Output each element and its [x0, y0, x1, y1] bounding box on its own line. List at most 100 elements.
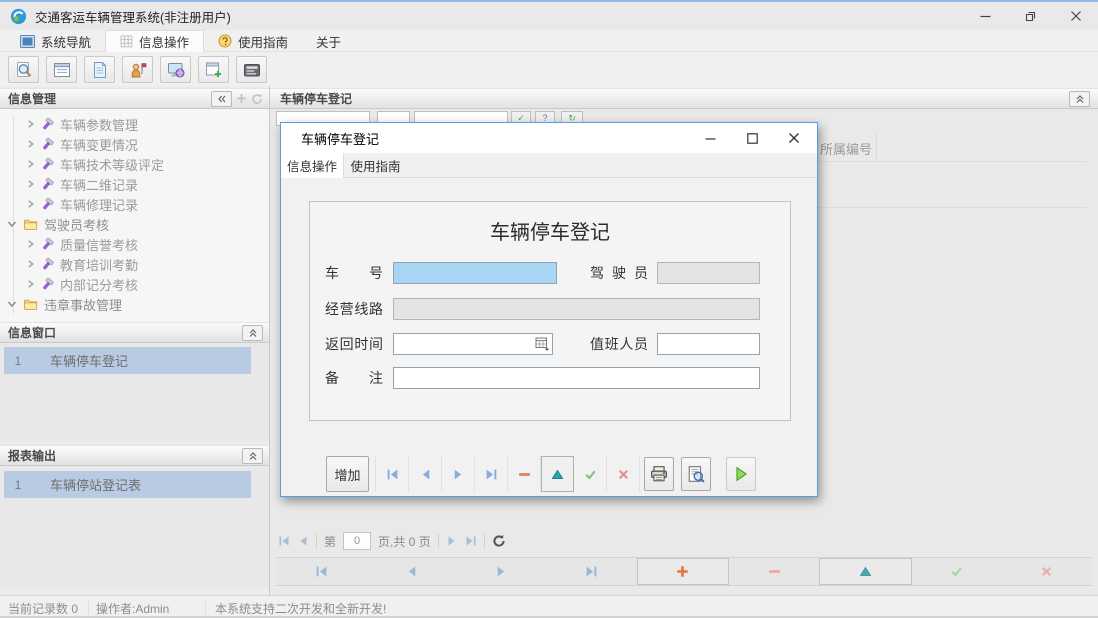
next-record-button[interactable] [442, 456, 475, 492]
previous-record-button[interactable] [366, 558, 456, 585]
remark-label: 备注 [325, 370, 383, 386]
route-input [393, 298, 760, 320]
list-item-parking-report[interactable]: 1 车辆停站登记表 [4, 471, 251, 498]
cancel-record-button[interactable] [607, 456, 640, 492]
cancel-record-button[interactable] [1002, 558, 1092, 585]
tree-item-vehicle-changes[interactable]: 车辆变更情况 [0, 134, 269, 154]
search-icon [16, 61, 31, 77]
tree-item-2d-records[interactable]: 车辆二维记录 [0, 174, 269, 194]
collapse-record-icon [551, 469, 564, 479]
dialog-tab-info-ops[interactable]: 信息操作 [281, 153, 344, 178]
form-view-button[interactable] [46, 56, 77, 83]
run-button[interactable] [726, 457, 756, 491]
tree-item-internal-scoring[interactable]: 内部记分考核 [0, 274, 269, 294]
list-item-parking-register[interactable]: 1 车辆停车登记 [4, 347, 251, 374]
confirm-record-button[interactable] [574, 456, 607, 492]
print-preview-icon [688, 466, 705, 483]
menu-item-info-ops[interactable]: 信息操作 [105, 30, 205, 52]
delete-record-button[interactable] [729, 558, 819, 585]
chevron-right-icon [28, 280, 34, 288]
print-preview-button[interactable] [681, 457, 711, 491]
first-page-icon[interactable] [278, 535, 290, 547]
new-window-button[interactable] [198, 56, 229, 83]
add-button[interactable]: 增加 [326, 456, 369, 492]
status-operator: 操作者:Admin [96, 602, 170, 616]
duty-input[interactable] [657, 333, 760, 355]
folder-icon [24, 299, 38, 310]
tree-folder-driver-assessment[interactable]: 驾驶员考核 [0, 214, 269, 234]
duty-label: 值班人员 [590, 336, 648, 352]
collapse-left-icon [217, 95, 225, 102]
last-page-icon[interactable] [465, 535, 477, 547]
collapse-up-button[interactable] [242, 447, 263, 464]
app-logo-icon [10, 8, 27, 24]
previous-record-icon [408, 566, 416, 577]
dialog-titlebar[interactable]: 车辆停车登记 [281, 123, 817, 153]
collapse-up-button[interactable] [1069, 90, 1090, 107]
refresh-icon[interactable] [492, 534, 506, 548]
console-button[interactable] [236, 56, 267, 83]
last-record-button[interactable] [547, 558, 637, 585]
next-page-icon[interactable] [446, 535, 458, 547]
plus-icon[interactable] [236, 93, 247, 104]
delete-record-button[interactable] [508, 456, 541, 492]
previous-page-icon[interactable] [297, 535, 309, 547]
dialog-minimize-button[interactable] [695, 123, 725, 153]
dialog-nav-group [375, 456, 640, 492]
dialog-maximize-button[interactable] [737, 123, 767, 153]
route-label: 经营线路 [325, 301, 383, 317]
menu-item-system-nav[interactable]: 系统导航 [6, 30, 105, 52]
tree-item-repair-records[interactable]: 车辆修理记录 [0, 194, 269, 214]
status-record-count: 当前记录数 0 [8, 602, 79, 616]
restore-button[interactable] [1008, 2, 1053, 30]
chevron-down-icon [7, 301, 17, 308]
tool-icon [43, 197, 54, 209]
first-record-icon [387, 469, 397, 479]
collapse-record-button[interactable] [819, 558, 912, 585]
tree-item-quality-credit[interactable]: 质量信誉考核 [0, 234, 269, 254]
dialog-tab-guide[interactable]: 使用指南 [344, 153, 407, 178]
remark-input[interactable] [393, 367, 760, 389]
separator [483, 534, 485, 548]
collapse-up-button[interactable] [242, 324, 263, 341]
pagination-bar: 第 页,共 0 页 [278, 530, 506, 552]
collapse-left-button[interactable] [211, 90, 232, 107]
first-record-button[interactable] [376, 456, 409, 492]
print-button[interactable] [644, 457, 674, 491]
search-button[interactable] [8, 56, 39, 83]
refresh-icon[interactable] [251, 93, 263, 105]
date-picker-button[interactable] [534, 336, 551, 352]
previous-record-button[interactable] [409, 456, 442, 492]
confirm-record-button[interactable] [912, 558, 1002, 585]
tree-folder-violation-accidents[interactable]: 违章事故管理 [0, 294, 269, 314]
menu-item-guide[interactable]: 使用指南 [204, 30, 302, 52]
tree-item-vehicle-params[interactable]: 车辆参数管理 [0, 114, 269, 134]
previous-record-icon [422, 469, 429, 479]
dialog-tab-bar: 信息操作 使用指南 [281, 153, 817, 178]
dialog-close-button[interactable] [779, 123, 809, 153]
next-record-button[interactable] [456, 558, 546, 585]
operator-icon [131, 62, 146, 77]
tree-item-tech-grade[interactable]: 车辆技术等级评定 [0, 154, 269, 174]
folder-icon [24, 219, 38, 230]
display-button[interactable] [160, 56, 191, 83]
first-record-button[interactable] [276, 558, 366, 585]
separator [316, 534, 317, 548]
plate-input[interactable] [393, 262, 557, 284]
close-button[interactable] [1053, 2, 1098, 30]
collapse-record-button[interactable] [541, 456, 574, 492]
parking-register-dialog: 车辆停车登记 信息操作 使用指南 车辆停车登记 车号 驾驶员 经营线路 返回时间… [280, 122, 818, 497]
page-number-input[interactable] [343, 532, 372, 550]
collapse-up-icon [249, 328, 256, 337]
last-record-button[interactable] [475, 456, 508, 492]
add-record-button[interactable] [636, 558, 730, 585]
tree-item-training-attendance[interactable]: 教育培训考勤 [0, 254, 269, 274]
titlebar: 交通客运车辆管理系统(非注册用户) [0, 2, 1098, 30]
document-button[interactable] [84, 56, 115, 83]
grid-column-header: 所属编号 [820, 142, 873, 157]
return-time-input[interactable] [393, 333, 553, 355]
collapse-up-icon [249, 451, 256, 460]
operator-button[interactable] [122, 56, 153, 83]
minimize-button[interactable] [963, 2, 1008, 30]
menu-item-about[interactable]: 关于 [302, 30, 355, 52]
